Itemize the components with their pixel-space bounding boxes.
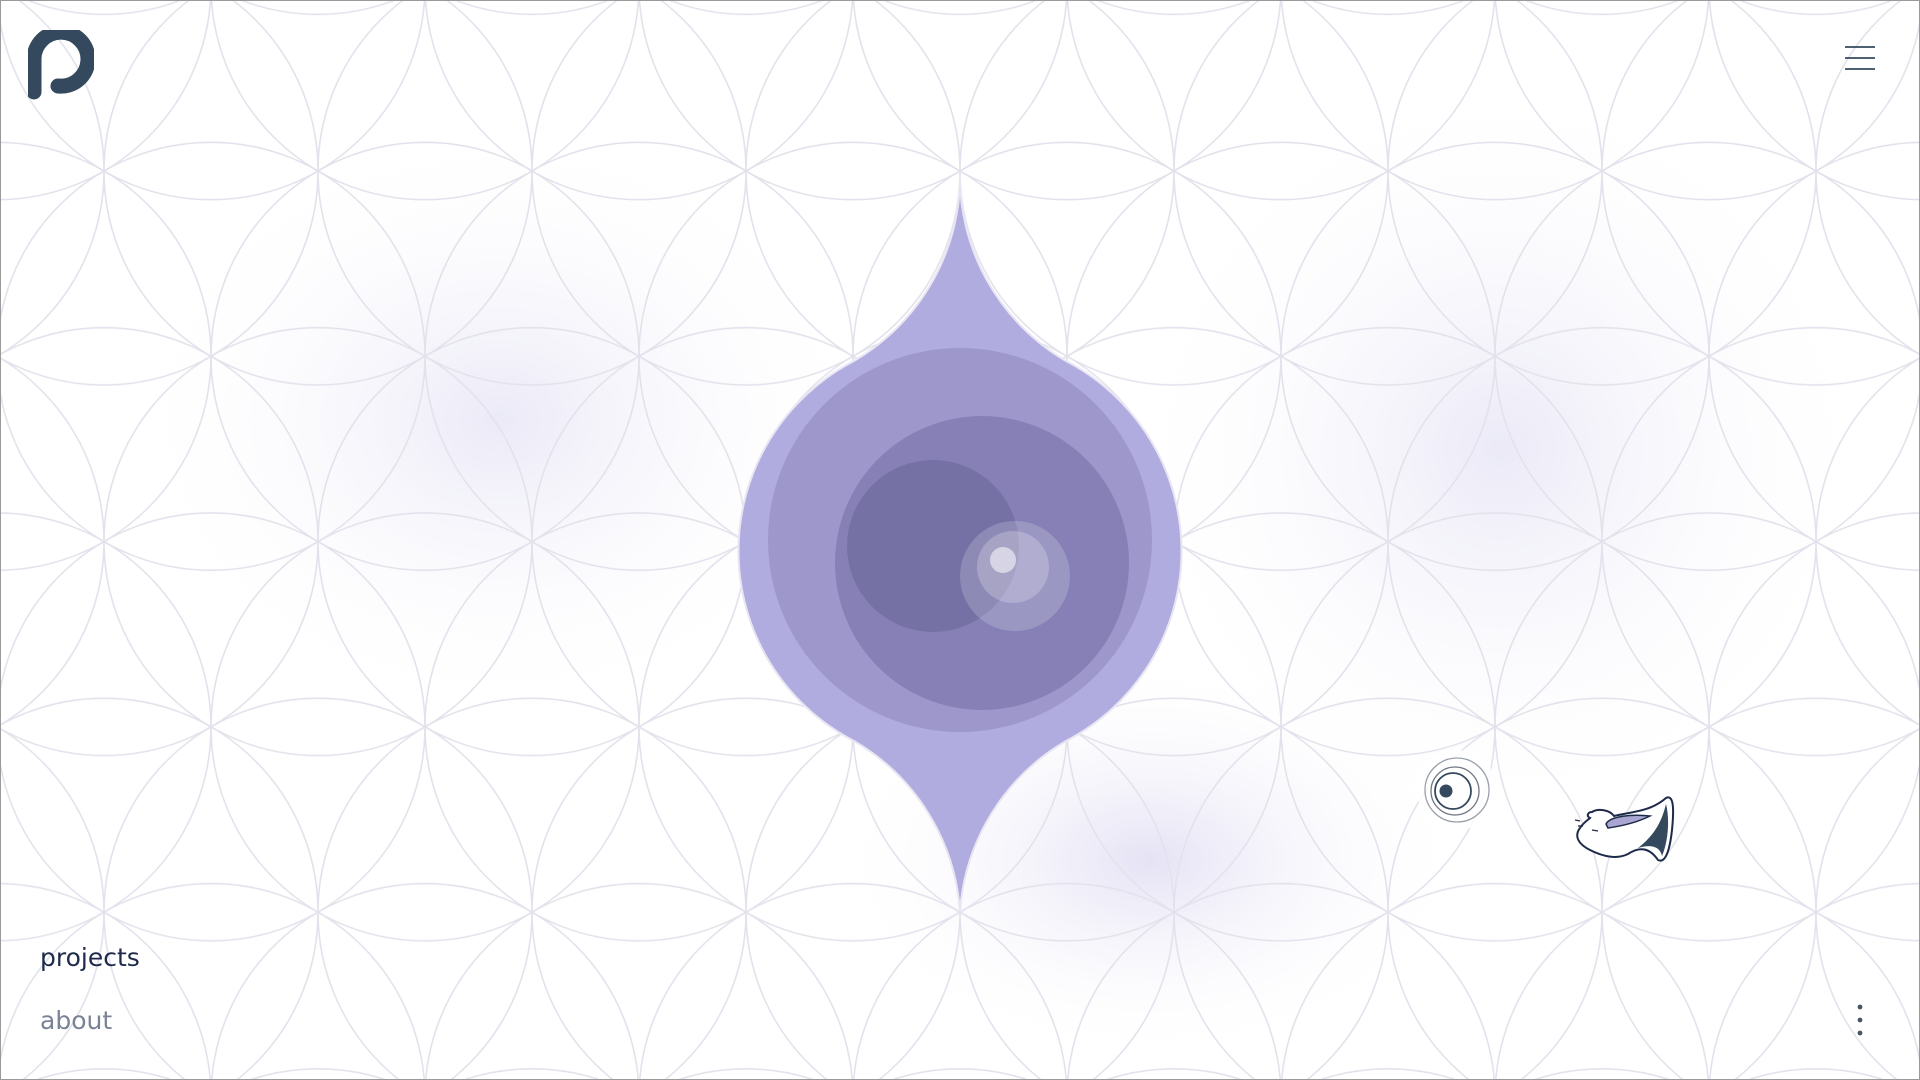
target-icon[interactable]	[1417, 750, 1497, 830]
flower-of-life-background	[0, 0, 1920, 1080]
nav-about[interactable]: about	[40, 1006, 112, 1035]
orb-highlight-dot	[990, 547, 1016, 573]
nav-projects[interactable]: projects	[40, 943, 140, 972]
vertical-dots-icon[interactable]	[1850, 1000, 1870, 1040]
hamburger-menu-icon[interactable]	[1843, 44, 1877, 72]
p-logo-icon[interactable]	[28, 30, 94, 102]
shoe-icon[interactable]	[1570, 790, 1680, 870]
